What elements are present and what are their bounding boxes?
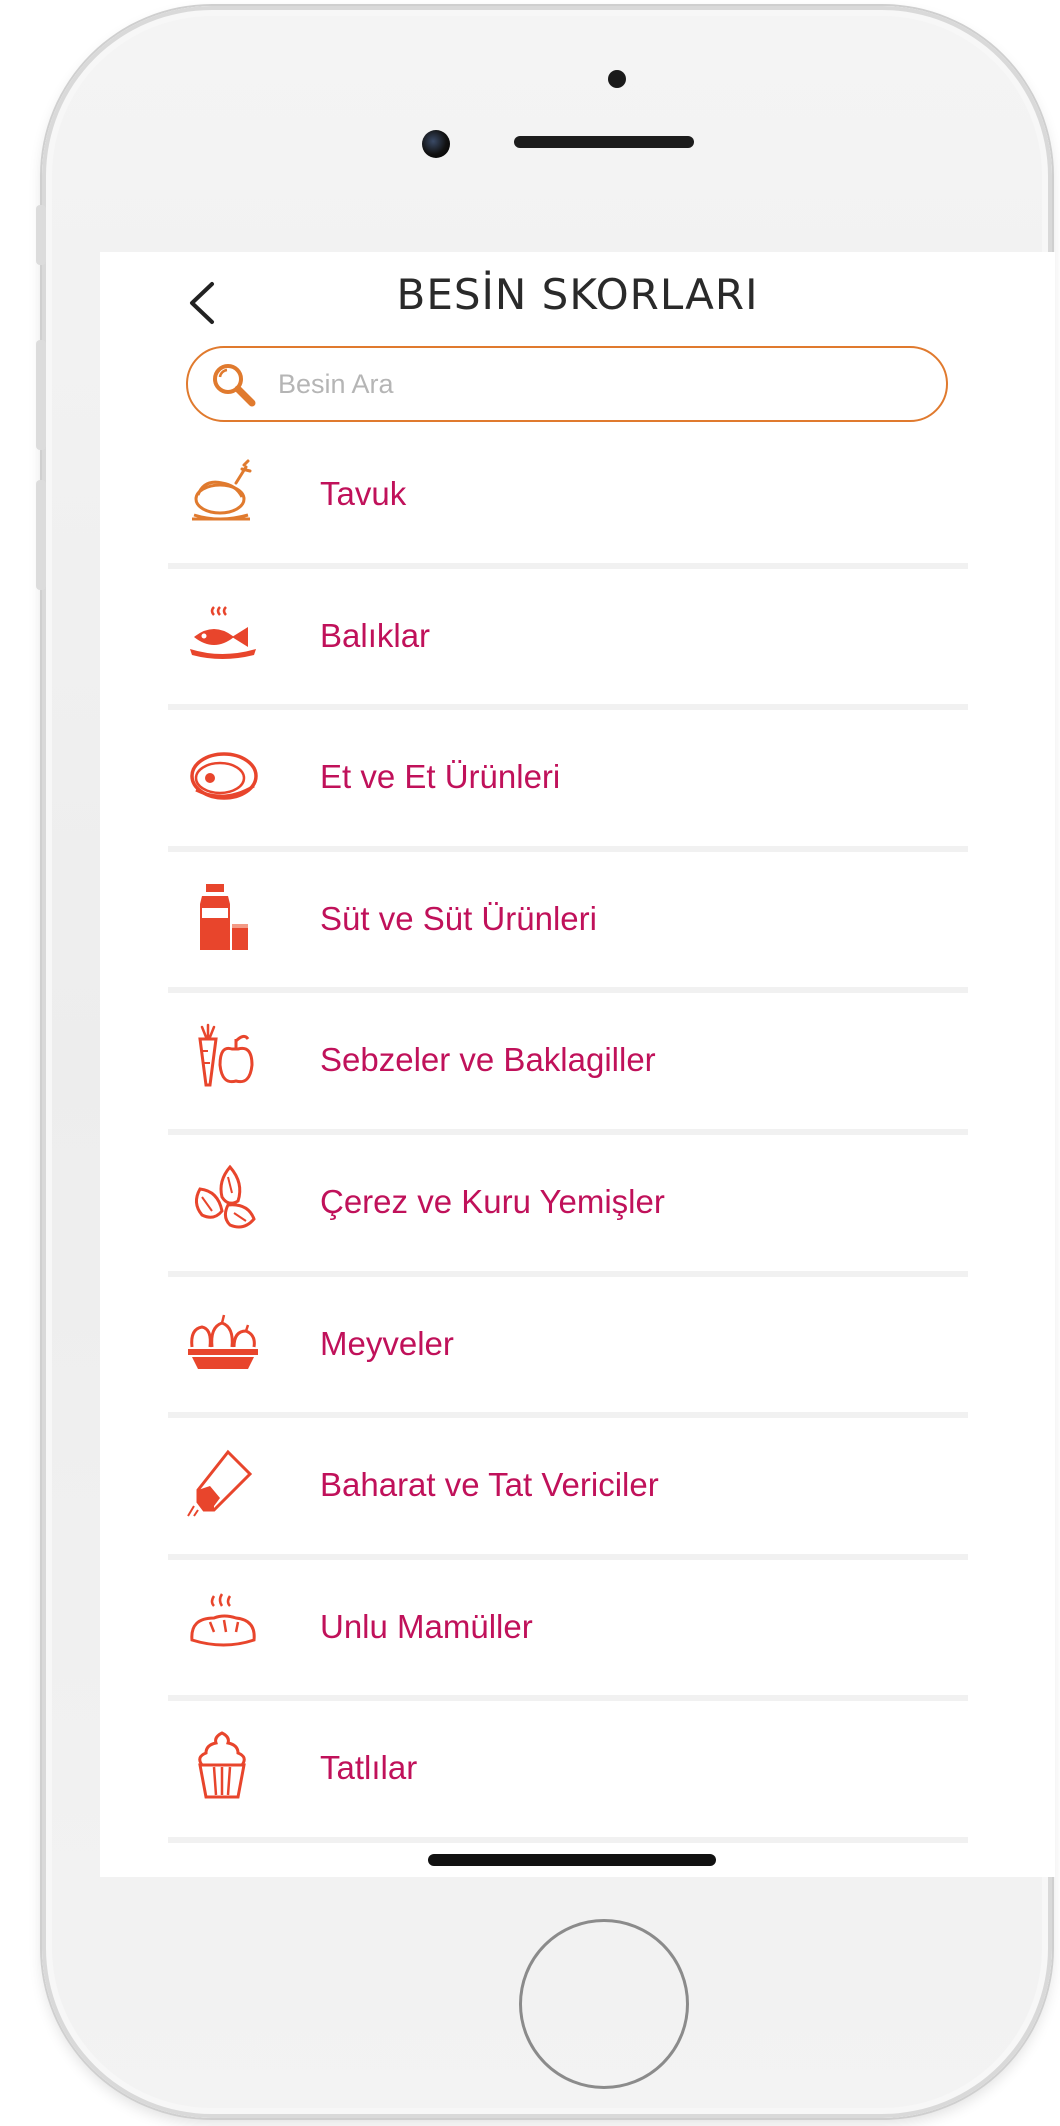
milk-icon xyxy=(200,883,248,950)
search-icon xyxy=(213,364,256,407)
proximity-sensor xyxy=(608,70,626,88)
chicken-icon xyxy=(192,459,252,521)
search-bar[interactable] xyxy=(186,346,948,422)
vegetables-icon xyxy=(198,1024,254,1087)
earpiece-speaker xyxy=(514,136,694,148)
search-input[interactable] xyxy=(276,367,880,401)
home-button[interactable] xyxy=(519,1919,689,2089)
list-item-label: Baharat ve Tat Vericiler xyxy=(320,1466,659,1504)
cupcake-icon xyxy=(198,1731,246,1799)
list-item-sut[interactable]: Süt ve Süt Ürünleri xyxy=(168,852,968,994)
list-item-label: Sebzeler ve Baklagiller xyxy=(320,1041,656,1079)
category-list: Tavuk Balıklar Et ve Et Ürünleri Süt ve … xyxy=(168,427,968,1843)
list-item-meyveler[interactable]: Meyveler xyxy=(168,1277,968,1419)
list-item-label: Et ve Et Ürünleri xyxy=(320,758,561,796)
list-item-label: Tatlılar xyxy=(320,1749,418,1787)
app-screen: BESİN SKORLARI Tavuk xyxy=(100,252,1055,1877)
list-item-label: Süt ve Süt Ürünleri xyxy=(320,899,597,937)
page-title: BESİN SKORLARI xyxy=(396,270,759,319)
spice-icon xyxy=(187,1449,253,1517)
list-item-tatlilar[interactable]: Tatlılar xyxy=(168,1701,968,1843)
list-item-label: Unlu Mamüller xyxy=(320,1607,533,1645)
home-indicator xyxy=(428,1854,716,1866)
list-item-baharat[interactable]: Baharat ve Tat Vericiler xyxy=(168,1418,968,1560)
bread-icon xyxy=(190,1593,256,1647)
list-item-sebzeler[interactable]: Sebzeler ve Baklagiller xyxy=(168,993,968,1135)
list-item-baliklar[interactable]: Balıklar xyxy=(168,569,968,711)
list-item-label: Balıklar xyxy=(320,616,431,654)
list-item-et[interactable]: Et ve Et Ürünleri xyxy=(168,710,968,852)
list-item-tavuk[interactable]: Tavuk xyxy=(168,427,968,569)
front-camera xyxy=(422,130,450,158)
list-item-label: Meyveler xyxy=(320,1324,454,1362)
fruit-basket-icon xyxy=(188,1314,258,1369)
volume-down-button xyxy=(36,480,46,590)
list-item-cerez[interactable]: Çerez ve Kuru Yemişler xyxy=(168,1135,968,1277)
nav-header: BESİN SKORLARI xyxy=(100,252,1055,342)
list-item-label: Tavuk xyxy=(320,475,407,512)
volume-up-button xyxy=(36,340,46,450)
list-item-label: Çerez ve Kuru Yemişler xyxy=(320,1182,665,1220)
steak-icon xyxy=(190,752,258,800)
list-item-unlu[interactable]: Unlu Mamüller xyxy=(168,1560,968,1702)
nuts-icon xyxy=(195,1164,256,1229)
fish-icon xyxy=(190,605,256,659)
mute-switch xyxy=(36,205,46,265)
